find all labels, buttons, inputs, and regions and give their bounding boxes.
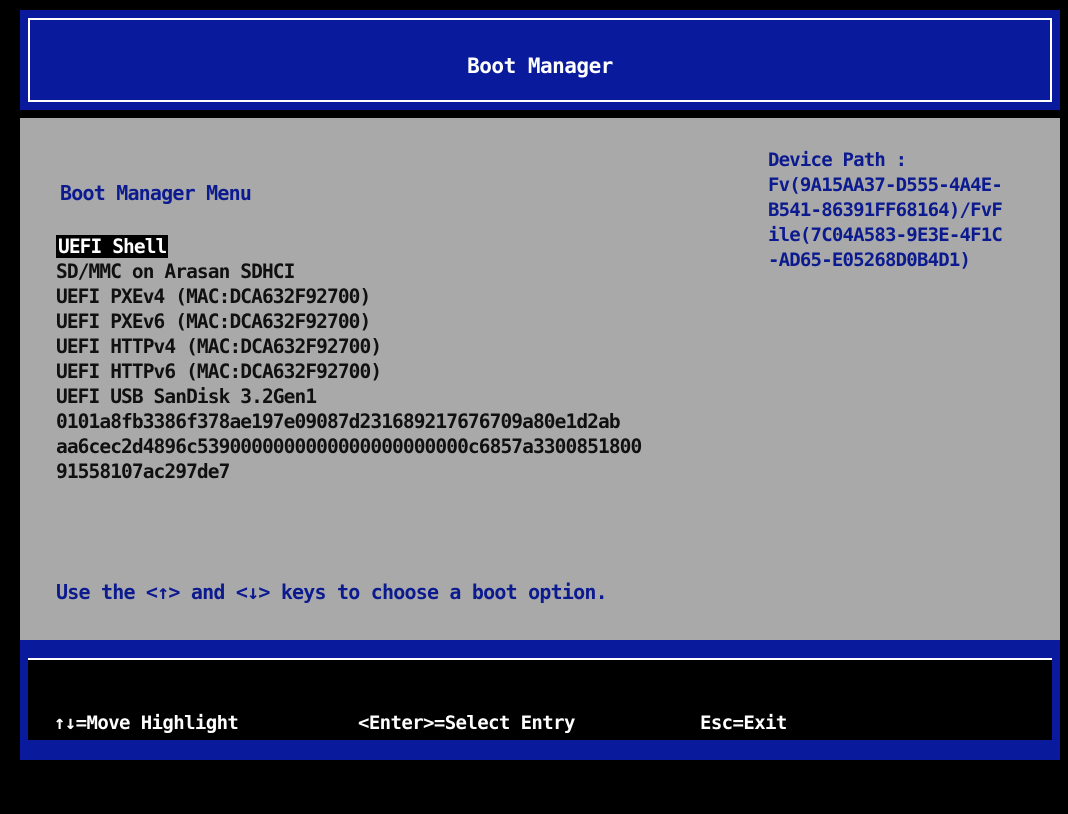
boot-option-usb-serial-line-1[interactable]: 0101a8fb3386f378ae197e09087d231689217676… (56, 409, 641, 434)
boot-option-usb-serial-line-3[interactable]: 91558107ac297de7 (56, 459, 641, 484)
device-path-line: B541-86391FF68164)/FvF (768, 199, 1003, 221)
device-path-line: Fv(9A15AA37-D555-4A4E- (768, 174, 1003, 196)
bios-screen: Boot Manager Boot Manager Menu UEFI Shel… (0, 0, 1068, 814)
menu-heading: Boot Manager Menu (60, 181, 252, 205)
boot-option-label: UEFI Shell (56, 235, 169, 258)
boot-option-httpv4[interactable]: UEFI HTTPv4 (MAC:DCA632F92700) (56, 334, 641, 359)
boot-option-pxev6[interactable]: UEFI PXEv6 (MAC:DCA632F92700) (56, 309, 641, 334)
help-move-highlight: ↑↓=Move Highlight (54, 712, 239, 734)
device-path-line: -AD65-E05268D0B4D1) (768, 249, 971, 271)
page-title: Boot Manager (467, 54, 613, 78)
device-path-line: ile(7C04A583-9E3E-4F1C (768, 224, 1003, 246)
navigation-hint: Use the <↑> and <↓> keys to choose a boo… (56, 580, 608, 604)
footer-help-area: ↑↓=Move Highlight <Enter>=Select Entry E… (28, 658, 1052, 740)
boot-option-pxev4[interactable]: UEFI PXEv4 (MAC:DCA632F92700) (56, 284, 641, 309)
boot-option-uefi-shell[interactable]: UEFI Shell (56, 234, 641, 259)
help-exit: Esc=Exit (700, 712, 787, 734)
main-panel: Boot Manager Menu UEFI Shell SD/MMC on A… (20, 118, 1060, 640)
boot-option-usb-serial-line-2[interactable]: aa6cec2d4896c5390000000000000000000000c6… (56, 434, 642, 459)
boot-option-httpv6[interactable]: UEFI HTTPv6 (MAC:DCA632F92700) (56, 359, 641, 384)
device-path-panel: Device Path : Fv(9A15AA37-D555-4A4E- B54… (768, 148, 1058, 273)
boot-option-sdmmc[interactable]: SD/MMC on Arasan SDHCI (56, 259, 641, 284)
title-bar: Boot Manager (20, 10, 1060, 110)
boot-option-list: UEFI Shell SD/MMC on Arasan SDHCI UEFI P… (56, 234, 642, 484)
boot-option-usb-sandisk[interactable]: UEFI USB SanDisk 3.2Gen1 (56, 384, 641, 409)
footer-bar: ↑↓=Move Highlight <Enter>=Select Entry E… (20, 640, 1060, 760)
help-select-entry: <Enter>=Select Entry (358, 712, 575, 734)
device-path-label: Device Path : (768, 149, 907, 171)
